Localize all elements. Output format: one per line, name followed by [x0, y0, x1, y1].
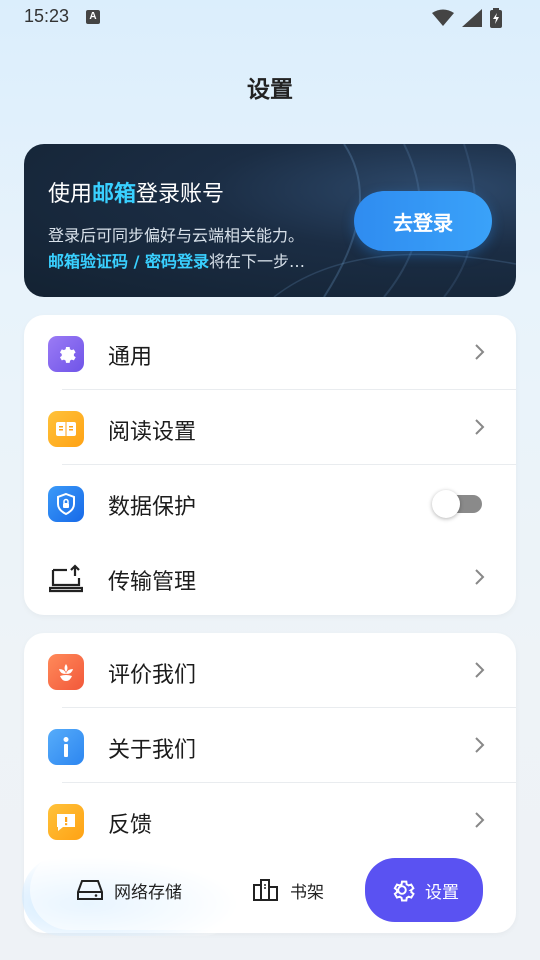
status-bar: 15:23 A [0, 0, 540, 34]
login-button[interactable]: 去登录 [354, 191, 492, 251]
status-icons [432, 8, 502, 28]
drive-icon [77, 880, 103, 900]
book-icon [48, 411, 84, 447]
nav-settings[interactable]: 设置 [365, 858, 483, 922]
login-title-suffix: 登录账号 [136, 182, 225, 207]
row-general-label: 通用 [108, 345, 153, 370]
bookshelf-icon [253, 879, 278, 901]
login-note-highlight[interactable]: 邮箱验证码 / 密码登录 [48, 252, 209, 271]
nav-network-storage-label: 网络存储 [114, 882, 182, 903]
login-card: 使用邮箱登录账号 登录后可同步偏好与云端相关能力。 邮箱验证码 / 密码登录将在… [24, 144, 516, 297]
chevron-right-icon [475, 662, 485, 678]
chevron-right-icon [475, 812, 485, 828]
row-rate-us[interactable]: 评价我们 [24, 633, 516, 708]
settings-group-main: 通用 阅读设置 数据保护 传输管理 [24, 315, 516, 615]
login-title: 使用邮箱登录账号 [48, 176, 224, 208]
laptop-upload-icon [48, 561, 84, 597]
ime-badge: A [86, 10, 100, 24]
wifi-icon [432, 9, 454, 26]
row-data-protection-label: 数据保护 [108, 495, 197, 520]
chevron-right-icon [475, 569, 485, 585]
row-feedback[interactable]: 反馈 [24, 783, 516, 858]
login-note: 邮箱验证码 / 密码登录将在下一步… [48, 248, 305, 272]
gear-icon [393, 880, 415, 902]
bottom-nav: 网络存储 书架 设置 [30, 850, 496, 930]
login-title-highlight: 邮箱 [92, 182, 137, 207]
row-about-us[interactable]: 关于我们 [24, 708, 516, 783]
row-data-protection: 数据保护 [24, 465, 516, 540]
battery-charging-icon [490, 8, 502, 28]
row-reading-settings-label: 阅读设置 [108, 420, 197, 445]
login-note-suffix: 将在下一步… [209, 252, 306, 271]
row-reading-settings[interactable]: 阅读设置 [24, 390, 516, 465]
flower-icon [48, 654, 84, 690]
page-title: 设置 [247, 77, 293, 103]
shield-lock-icon [48, 486, 84, 522]
chevron-right-icon [475, 737, 485, 753]
nav-settings-label: 设置 [425, 882, 459, 903]
feedback-icon [48, 804, 84, 840]
data-protection-toggle[interactable] [432, 490, 482, 518]
nav-network-storage[interactable]: 网络存储 [76, 850, 182, 930]
cellular-icon [462, 9, 482, 27]
status-time: 15:23 [24, 6, 70, 26]
gear-icon [48, 336, 84, 372]
row-feedback-label: 反馈 [108, 813, 153, 838]
nav-bookshelf-label: 书架 [290, 882, 324, 903]
toggle-knob [432, 490, 460, 518]
row-transfer-management-label: 传输管理 [108, 570, 197, 595]
login-description: 登录后可同步偏好与云端相关能力。 [48, 226, 305, 245]
chevron-right-icon [475, 344, 485, 360]
row-general[interactable]: 通用 [24, 315, 516, 390]
login-title-prefix: 使用 [48, 182, 93, 207]
row-rate-us-label: 评价我们 [108, 663, 197, 688]
chevron-right-icon [475, 419, 485, 435]
info-icon [48, 729, 84, 765]
row-about-us-label: 关于我们 [108, 738, 197, 763]
nav-bookshelf[interactable]: 书架 [252, 850, 324, 930]
row-transfer-management[interactable]: 传输管理 [24, 540, 516, 615]
